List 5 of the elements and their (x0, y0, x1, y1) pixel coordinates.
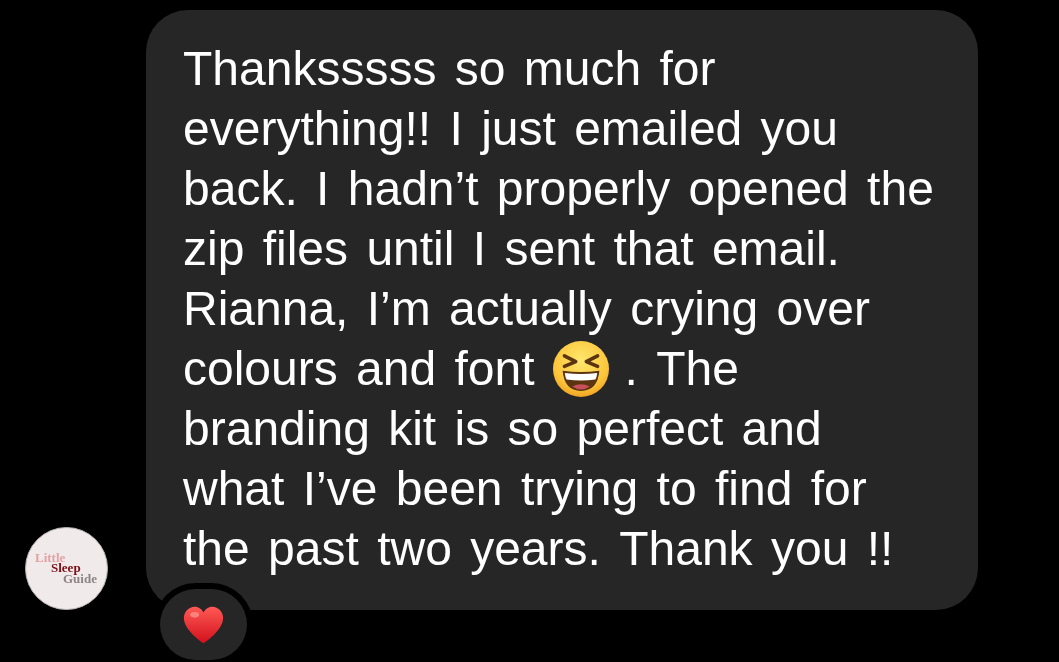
logo-text: Guide (63, 573, 98, 585)
message-text: Thanksssss so much for everything!! I just emailed you back. I hadn’t properly opened the zip files until I sent that email. Rianna, I’m actually crying over colours and font . The branding kit is so perfect and what I’ve been trying to find for the past two years. Thank you !! (183, 41, 935, 577)
logo-text: Little (35, 552, 66, 564)
logo-text: Sleep (51, 563, 81, 574)
laughing-face-icon (552, 341, 609, 397)
